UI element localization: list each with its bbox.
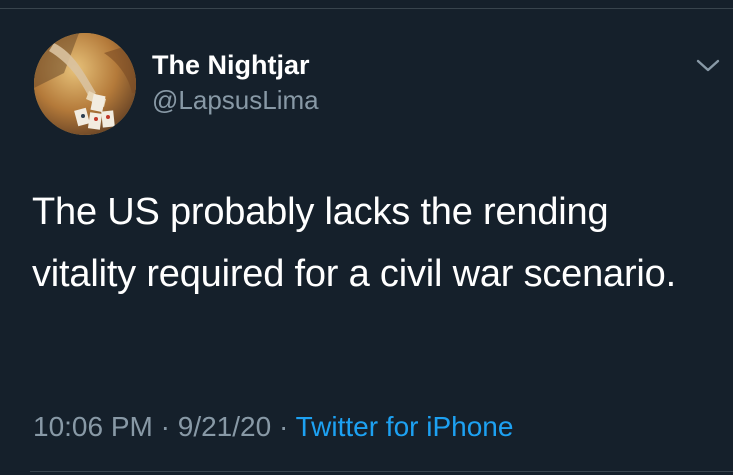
avatar[interactable]: [34, 33, 136, 135]
tweet-time[interactable]: 10:06 PM: [33, 411, 153, 442]
tweet-source-link[interactable]: Twitter for iPhone: [296, 411, 514, 442]
tweet-card: The Nightjar @LapsusLima The US probably…: [0, 0, 733, 475]
top-divider: [0, 8, 733, 9]
tweet-date[interactable]: 9/21/20: [178, 411, 271, 442]
bottom-divider: [30, 471, 733, 472]
tweet-meta: 10:06 PM · 9/21/20 · Twitter for iPhone: [33, 411, 513, 443]
meta-separator: ·: [278, 411, 289, 442]
meta-separator: ·: [160, 411, 170, 442]
user-handle[interactable]: @LapsusLima: [152, 85, 319, 116]
avatar-image: [34, 33, 136, 135]
display-name[interactable]: The Nightjar: [152, 50, 310, 81]
chevron-down-icon[interactable]: [694, 57, 722, 75]
tweet-text: The US probably lacks the rending vitali…: [32, 191, 676, 295]
